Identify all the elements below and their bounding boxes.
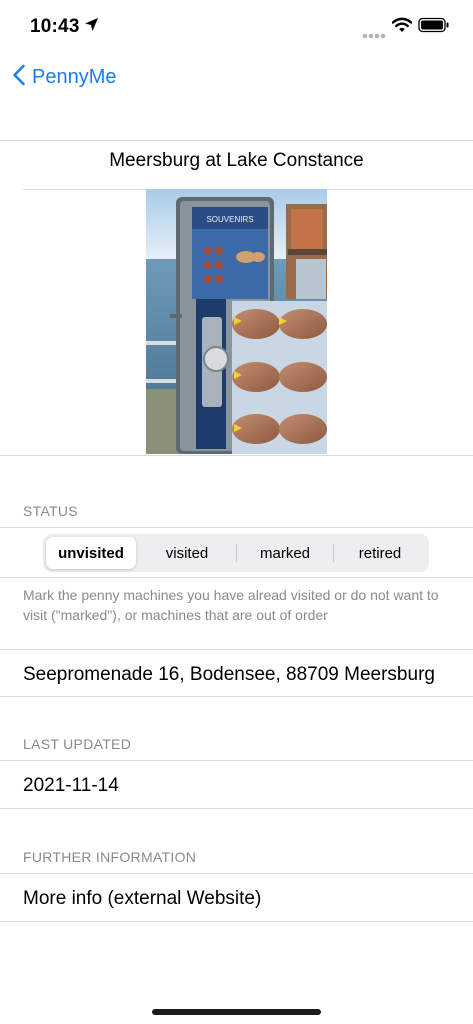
separator [0, 696, 473, 697]
status-segmented-control: unvisited visited marked retired [43, 534, 429, 572]
external-website-link[interactable]: More info (external Website) [23, 888, 261, 910]
battery-icon [418, 17, 450, 38]
location-arrow-icon [84, 17, 99, 37]
status-bar: 10:43 [0, 0, 473, 54]
last-updated-value: 2021-11-14 [23, 775, 119, 796]
separator [0, 808, 473, 809]
chevron-left-icon [12, 64, 26, 91]
status-footer-note: Mark the penny machines you have alread … [23, 587, 439, 623]
address-text: Seepromenade 16, Bodensee, 88709 Meersbu… [23, 664, 435, 685]
penny-machine-photo: SOUVENIRS [146, 189, 327, 454]
back-button[interactable]: PennyMe [12, 62, 117, 92]
last-updated-header: LAST UPDATED [23, 736, 132, 752]
segment-visited[interactable]: visited [141, 534, 233, 572]
separator [0, 577, 473, 578]
back-button-label: PennyMe [32, 65, 117, 88]
status-time: 10:43 [30, 16, 80, 37]
segment-marked[interactable]: marked [237, 534, 333, 572]
separator [0, 921, 473, 922]
wifi-icon [391, 17, 413, 38]
separator [0, 760, 473, 761]
status-section-header: STATUS [23, 503, 78, 519]
cellular-signal-icon [362, 26, 386, 44]
souvenirs-sign: SOUVENIRS [206, 215, 253, 224]
navigation-bar: PennyMe [0, 54, 473, 100]
home-indicator[interactable] [152, 1009, 321, 1015]
separator [0, 140, 473, 141]
segment-retired[interactable]: retired [334, 534, 426, 572]
segment-unvisited[interactable]: unvisited [46, 537, 136, 569]
separator [0, 649, 473, 650]
further-info-header: FURTHER INFORMATION [23, 849, 197, 865]
location-title: Meersburg at Lake Constance [109, 150, 364, 171]
separator [0, 455, 473, 456]
separator [0, 527, 473, 528]
separator [0, 873, 473, 874]
